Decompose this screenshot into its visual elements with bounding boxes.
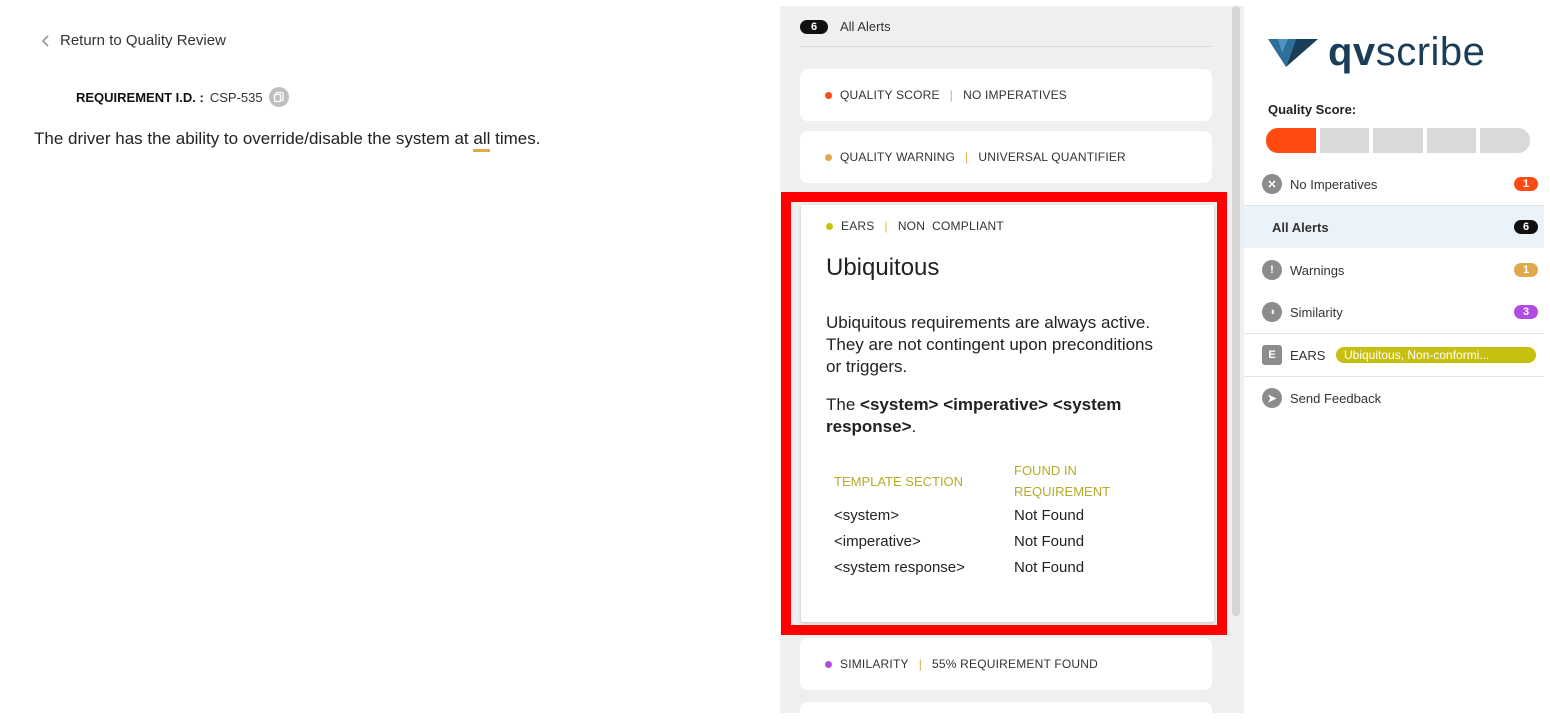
return-to-quality-review-link[interactable]: Return to Quality Review	[40, 32, 226, 49]
logo-mark-icon	[1268, 38, 1318, 67]
ears-template-suffix: .	[911, 417, 917, 436]
table-header-section: TEMPLATE SECTION	[834, 473, 964, 489]
alert-card-similarity[interactable]: SIMILARITY | 55% REQUIREMENT FOUND	[800, 638, 1212, 690]
quality-score-segment	[1373, 128, 1423, 153]
alert-category: QUALITY WARNING	[840, 150, 956, 164]
alert-detail: NON COMPLIANT	[897, 219, 1004, 233]
table-header-found: FOUND IN REQUIREMENT	[1014, 460, 1134, 502]
sidebar: qvscribe Quality Score: ✕ No Imperatives…	[1244, 6, 1550, 713]
ears-template: The <system> <imperative> <system respon…	[826, 394, 1166, 438]
status-dot	[825, 91, 832, 99]
sidebar-item-label: EARS	[1290, 347, 1326, 363]
sidebar-item-label: No Imperatives	[1290, 176, 1378, 192]
ears-template-bold: <system> <imperative> <system response>	[826, 395, 1122, 436]
all-alerts-count: 6	[800, 19, 828, 34]
logo-bold: qv	[1328, 30, 1376, 74]
status-dot	[826, 222, 833, 230]
divider	[800, 46, 1212, 47]
quality-score-segment	[1319, 128, 1370, 153]
separator: |	[949, 88, 954, 102]
ears-title: Ubiquitous	[826, 254, 940, 281]
alert-card-quality-score[interactable]: QUALITY SCORE | NO IMPERATIVES	[800, 69, 1212, 121]
alert-detail: UNIVERSAL QUANTIFIER	[978, 150, 1126, 164]
sidebar-item-send-feedback[interactable]: ➤ Send Feedback	[1244, 377, 1544, 419]
ears-template-prefix: The	[826, 395, 861, 414]
sidebar-item-label: Send Feedback	[1290, 390, 1382, 406]
sidebar-item-all-alerts[interactable]: All Alerts 6	[1244, 206, 1544, 248]
table-cell-found: Not Found	[1014, 558, 1085, 576]
sidebar-item-similarity[interactable]: ◑ Similarity 3	[1244, 291, 1544, 333]
table-cell-section: <system response>	[834, 558, 965, 576]
ears-description: Ubiquitous requirements are always activ…	[826, 313, 1154, 376]
back-label: Return to Quality Review	[60, 32, 226, 49]
requirement-id: REQUIREMENT I.D. : CSP-535	[76, 87, 289, 107]
all-alerts-label: All Alerts	[840, 19, 891, 34]
qvscribe-logo: qvscribe	[1266, 30, 1485, 75]
quality-score-bar	[1266, 128, 1530, 153]
sidebar-item-no-imperatives[interactable]: ✕ No Imperatives 1	[1244, 163, 1544, 205]
count-badge: 1	[1514, 177, 1538, 191]
copy-icon[interactable]	[268, 87, 289, 107]
requirement-text-highlight[interactable]: all	[473, 129, 491, 152]
alert-card-partial[interactable]	[800, 702, 1212, 722]
chevron-left-icon	[41, 34, 49, 47]
requirement-text: The driver has the ability to override/d…	[34, 129, 541, 152]
alert-category: EARS	[841, 219, 875, 233]
ears-card-header: EARS | NON COMPLIANT	[826, 219, 1189, 233]
table-header-found-line2: REQUIREMENT	[1014, 484, 1111, 499]
table-row: <system response> Not Found	[834, 554, 1189, 580]
count-badge: 6	[1514, 220, 1538, 234]
requirement-text-after: times.	[490, 129, 541, 148]
table-cell-section: <system>	[834, 506, 900, 524]
all-alerts-header: 6 All Alerts	[800, 19, 891, 34]
quality-score-segment	[1480, 128, 1530, 153]
alerts-scrollbar[interactable]	[1232, 6, 1240, 616]
quality-score-segment	[1266, 128, 1316, 153]
table-row: <system> Not Found	[834, 502, 1189, 528]
separator: |	[884, 219, 888, 233]
ears-status-badge: Ubiquitous, Non-conformi...	[1336, 347, 1536, 363]
table-cell-found: Not Found	[1014, 532, 1085, 550]
status-dot	[825, 660, 832, 668]
sidebar-item-label: Warnings	[1290, 262, 1345, 278]
table-row: <imperative> Not Found	[834, 528, 1189, 554]
alert-card-ears[interactable]: EARS | NON COMPLIANT Ubiquitous Ubiquito…	[801, 205, 1214, 622]
alert-category: QUALITY SCORE	[840, 88, 940, 102]
alert-detail: NO IMPERATIVES	[963, 88, 1068, 102]
logo-wordmark: qvscribe	[1328, 30, 1485, 75]
table-cell-section: <imperative>	[834, 532, 921, 550]
x-circle-icon: ✕	[1262, 174, 1282, 194]
count-badge: 1	[1514, 263, 1538, 277]
ears-template-table: TEMPLATE SECTION FOUND IN REQUIREMENT <s…	[834, 460, 1189, 580]
sidebar-item-label: Similarity	[1290, 304, 1343, 320]
ears-icon: E	[1262, 345, 1282, 365]
similarity-icon: ◑	[1262, 302, 1282, 322]
table-header-row: TEMPLATE SECTION FOUND IN REQUIREMENT	[834, 460, 1189, 502]
sidebar-item-ears[interactable]: E EARS Ubiquitous, Non-conformi...	[1244, 334, 1544, 376]
requirement-text-before: The driver has the ability to override/d…	[34, 129, 474, 148]
requirement-id-label: REQUIREMENT I.D. :	[76, 89, 204, 105]
table-header-found-line1: FOUND IN	[1014, 463, 1077, 478]
table-cell-found: Not Found	[1014, 506, 1085, 524]
alert-detail: 55% REQUIREMENT FOUND	[932, 657, 1099, 671]
count-badge: 3	[1514, 305, 1538, 319]
separator: |	[965, 150, 969, 164]
separator: |	[918, 657, 923, 671]
sidebar-item-label: All Alerts	[1272, 219, 1329, 235]
sidebar-item-warnings[interactable]: ! Warnings 1	[1244, 249, 1544, 291]
logo-rest: scribe	[1375, 30, 1486, 74]
status-dot	[825, 153, 832, 161]
alert-card-quality-warning[interactable]: QUALITY WARNING | UNIVERSAL QUANTIFIER	[800, 131, 1212, 183]
alert-category: SIMILARITY	[840, 657, 909, 671]
send-icon: ➤	[1262, 388, 1282, 408]
quality-score-label: Quality Score:	[1268, 102, 1357, 117]
warning-icon: !	[1262, 260, 1282, 280]
quality-score-segment	[1426, 128, 1477, 153]
requirement-pane: Return to Quality Review REQUIREMENT I.D…	[16, 6, 780, 713]
requirement-id-value: CSP-535	[209, 89, 263, 105]
